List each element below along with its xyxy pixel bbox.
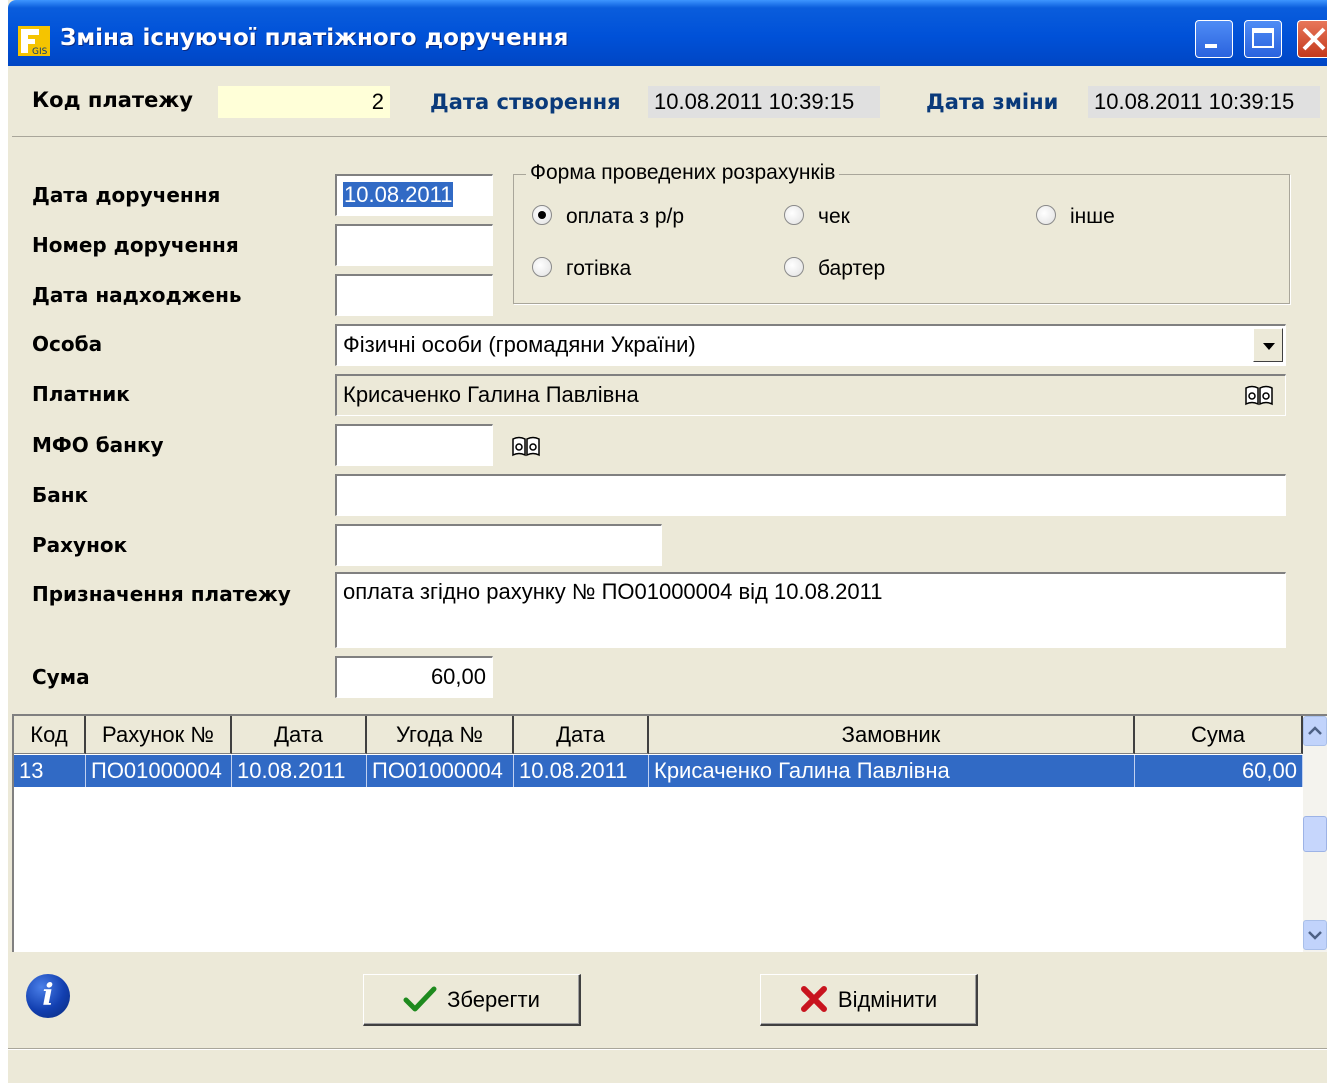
radio-unchecked-icon — [532, 257, 552, 278]
chevron-up-icon — [1308, 726, 1322, 735]
save-button-label: Зберегти — [447, 987, 540, 1012]
column-header[interactable]: Замовник — [649, 716, 1135, 754]
modified-date-value: 10.08.2011 10:39:15 — [1088, 86, 1320, 118]
maximize-button[interactable] — [1244, 20, 1282, 58]
payer-book-icon[interactable] — [1244, 384, 1274, 406]
checkmark-icon — [403, 986, 437, 1012]
chevron-down-icon — [1308, 931, 1322, 940]
table-row[interactable]: 13 ПО01000004 10.08.2011 ПО01000004 10.0… — [14, 755, 1303, 787]
person-select[interactable]: Фізичні особи (громадяни України) — [335, 324, 1286, 366]
created-date-label: Дата створення — [430, 90, 621, 114]
account-label: Рахунок — [32, 533, 128, 557]
minimize-button[interactable] — [1195, 20, 1233, 58]
close-button[interactable] — [1297, 20, 1327, 58]
info-icon[interactable]: i — [26, 974, 70, 1018]
purpose-label: Призначення платежу — [32, 582, 291, 606]
radio-checked-icon — [532, 205, 552, 226]
radio-unchecked-icon — [1036, 205, 1056, 226]
radio-account-payment[interactable]: оплата з р/р — [532, 205, 684, 231]
radio-check[interactable]: чек — [784, 205, 850, 231]
table-header: Код Рахунок № Дата Угода № Дата Замовник… — [14, 716, 1303, 754]
payer-label: Платник — [32, 382, 130, 406]
radio-other[interactable]: інше — [1036, 205, 1115, 231]
radio-label: оплата з р/р — [566, 205, 685, 228]
sum-label: Сума — [32, 665, 90, 689]
mfo-label: МФО банку — [32, 433, 164, 457]
radio-label: бартер — [818, 257, 886, 280]
column-header[interactable]: Сума — [1135, 716, 1303, 754]
title-bar[interactable]: GIS Зміна існуючої платіжного доручення — [8, 0, 1327, 66]
receipt-date-label: Дата надходжень — [32, 283, 242, 307]
order-number-field[interactable] — [335, 224, 493, 266]
save-button[interactable]: Зберегти — [363, 974, 581, 1026]
payer-value: Крисаченко Галина Павлівна — [343, 382, 639, 407]
chevron-down-icon[interactable] — [1253, 328, 1283, 362]
header-panel: Код платежу 2 Дата створення 10.08.2011 … — [12, 70, 1327, 137]
sum-field[interactable]: 60,00 — [335, 656, 493, 698]
table-scrollbar[interactable] — [1303, 716, 1327, 952]
payment-code-value: 2 — [218, 86, 390, 118]
payment-code-label: Код платежу — [32, 88, 193, 112]
radio-unchecked-icon — [784, 257, 804, 278]
column-header[interactable]: Рахунок № — [86, 716, 232, 754]
person-select-value: Фізичні особи (громадяни України) — [343, 332, 696, 357]
cancel-button[interactable]: Відмінити — [760, 974, 978, 1026]
radio-cash[interactable]: готівка — [532, 257, 631, 283]
payment-order-window: GIS Зміна існуючої платіжного доручення … — [8, 0, 1327, 1083]
maximize-icon — [1252, 28, 1274, 48]
table-cell: ПО01000004 — [367, 755, 514, 787]
bank-field[interactable] — [335, 474, 1286, 516]
status-bar — [8, 1048, 1327, 1083]
person-label: Особа — [32, 332, 103, 356]
receipt-date-field[interactable] — [335, 274, 493, 316]
order-date-label: Дата доручення — [32, 183, 221, 207]
column-header[interactable]: Дата — [514, 716, 649, 754]
table-cell: 10.08.2011 — [232, 755, 367, 787]
scroll-up-button[interactable] — [1303, 716, 1327, 746]
close-icon — [1302, 27, 1326, 51]
created-date-value: 10.08.2011 10:39:15 — [648, 86, 880, 118]
svg-text:GIS: GIS — [32, 47, 48, 56]
radio-barter[interactable]: бартер — [784, 257, 885, 283]
window-title: Зміна існуючої платіжного доручення — [60, 25, 569, 51]
scroll-thumb[interactable] — [1303, 816, 1327, 852]
account-field[interactable] — [335, 524, 662, 566]
invoices-table[interactable]: Код Рахунок № Дата Угода № Дата Замовник… — [12, 714, 1327, 952]
modified-date-label: Дата зміни — [926, 90, 1059, 114]
order-date-value: 10.08.2011 — [343, 182, 454, 207]
table-cell: ПО01000004 — [86, 755, 232, 787]
column-header[interactable]: Угода № — [367, 716, 514, 754]
mfo-book-icon[interactable] — [511, 435, 541, 457]
radio-label: готівка — [566, 257, 632, 280]
radio-unchecked-icon — [784, 205, 804, 226]
order-number-label: Номер доручення — [32, 233, 239, 257]
table-cell: 10.08.2011 — [514, 755, 649, 787]
mfo-field[interactable] — [335, 424, 493, 466]
order-date-field[interactable]: 10.08.2011 — [335, 174, 493, 216]
table-cell: Крисаченко Галина Павлівна — [649, 755, 1135, 787]
payment-form-group: Форма проведених розрахунків оплата з р/… — [513, 161, 1290, 304]
x-icon — [800, 986, 827, 1013]
radio-label: інше — [1070, 205, 1115, 228]
table-cell: 13 — [14, 755, 86, 787]
scroll-down-button[interactable] — [1303, 920, 1327, 950]
column-header[interactable]: Дата — [232, 716, 367, 754]
cancel-button-label: Відмінити — [837, 987, 938, 1012]
bank-label: Банк — [32, 483, 89, 507]
purpose-field[interactable]: оплата згідно рахунку № ПО01000004 від 1… — [335, 572, 1286, 648]
payment-form-title: Форма проведених розрахунків — [526, 161, 840, 185]
payer-field: Крисаченко Галина Павлівна — [335, 374, 1286, 416]
column-header[interactable]: Код — [14, 716, 86, 754]
table-cell: 60,00 — [1135, 755, 1303, 787]
app-icon: GIS — [18, 26, 50, 56]
minimize-icon — [1205, 44, 1217, 48]
radio-label: чек — [818, 205, 850, 228]
